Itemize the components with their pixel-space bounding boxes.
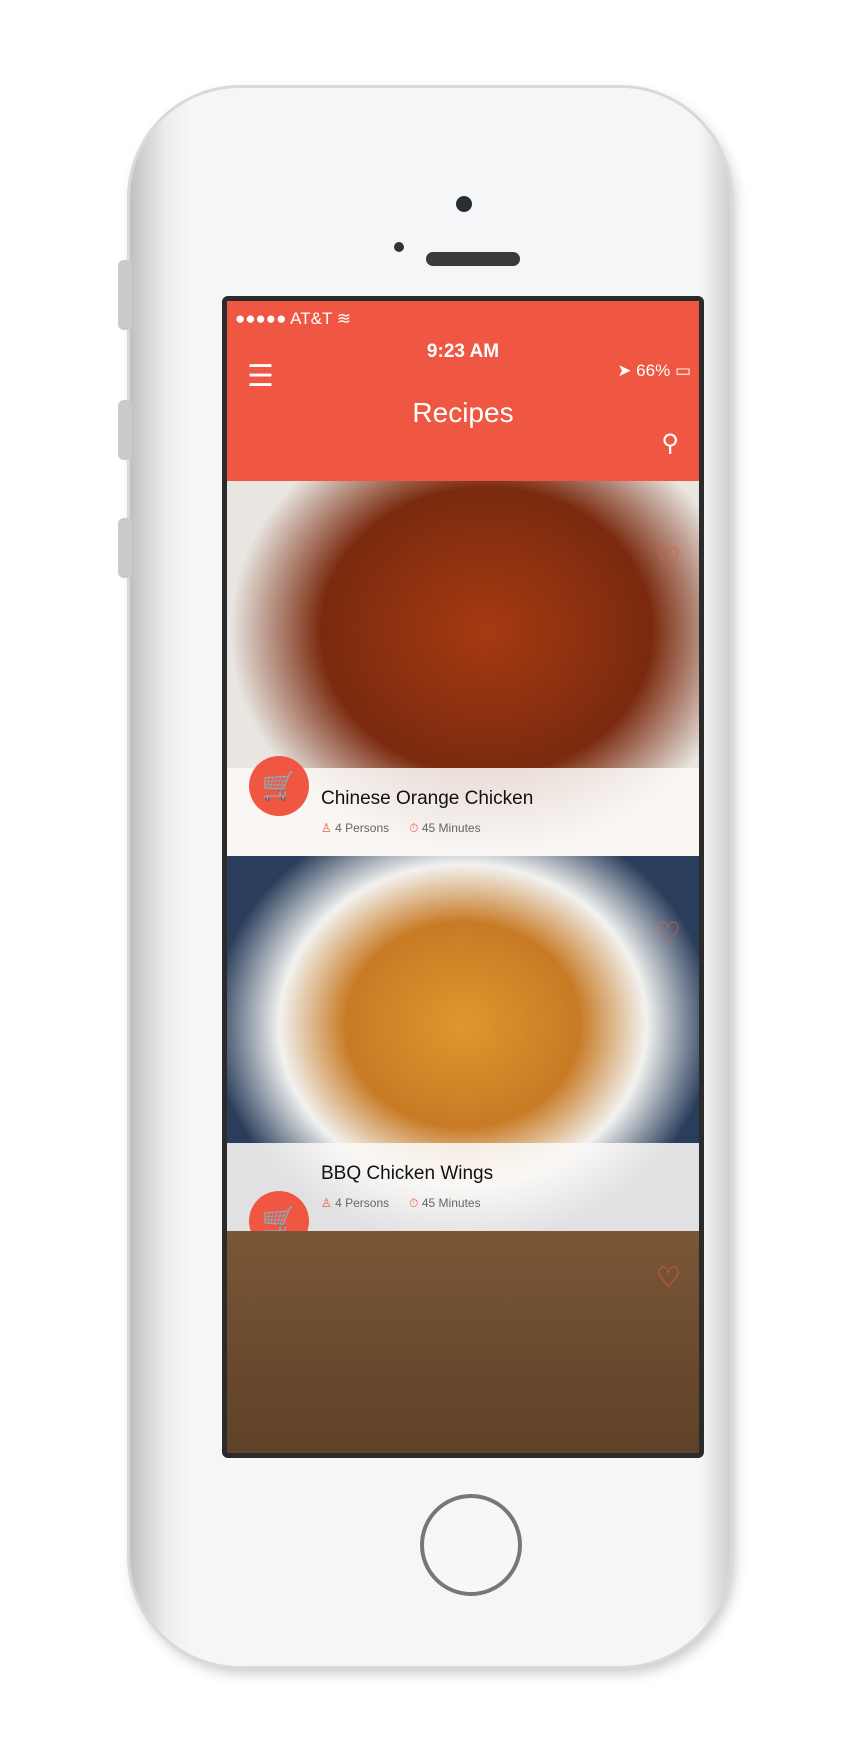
recipe-name: BBQ Chicken Wings — [321, 1163, 494, 1184]
recipe-persons: 4 Persons — [335, 1196, 390, 1210]
recipe-card[interactable]: ♡ — [227, 1231, 699, 1453]
recipe-name: Chinese Orange Chicken — [321, 788, 534, 809]
signal-icon: ●●●●● — [235, 309, 287, 328]
recipe-time: 45 Minutes — [421, 1196, 481, 1210]
recipe-time: 45 Minutes — [421, 821, 481, 835]
phone-frame: ●●●●● AT&T ≋ ➤ 66% ▭ 9:23 AM ☰ Recipes ⚲… — [118, 88, 730, 1666]
search-icon[interactable]: ⚲ — [661, 429, 679, 458]
page-title: Recipes — [412, 397, 514, 428]
recipe-card[interactable]: ♡ 🛒 Chinese Orange Chicken ♙ 4 Persons ⏱… — [227, 481, 699, 856]
recipe-persons: 4 Persons — [335, 821, 390, 835]
screen: ●●●●● AT&T ≋ ➤ 66% ▭ 9:23 AM ☰ Recipes ⚲… — [222, 296, 704, 1458]
wifi-icon: ≋ — [336, 309, 352, 328]
person-icon: ♙ — [321, 1196, 332, 1210]
home-button[interactable] — [420, 1494, 522, 1596]
recipe-card[interactable]: ♡ 🛒 BBQ Chicken Wings ♙ 4 Persons ⏱ 45 M… — [227, 856, 699, 1231]
mute-switch — [118, 260, 132, 330]
camera — [456, 196, 472, 212]
cart-icon[interactable]: 🛒 — [249, 756, 309, 816]
timer-icon: ⏱ — [409, 1196, 419, 1210]
battery-percent: 66% — [636, 361, 671, 380]
location-icon: ➤ — [617, 361, 632, 380]
status-time: 9:23 AM — [426, 341, 500, 362]
timer-icon: ⏱ — [409, 821, 419, 835]
app-header: ●●●●● AT&T ≋ ➤ 66% ▭ 9:23 AM ☰ Recipes ⚲ — [227, 301, 699, 481]
carrier: AT&T — [290, 309, 333, 328]
heart-icon[interactable]: ♡ — [656, 1261, 681, 1294]
volume-up-button — [118, 400, 132, 460]
heart-icon[interactable]: ♡ — [656, 541, 681, 574]
heart-icon[interactable]: ♡ — [656, 916, 681, 949]
person-icon: ♙ — [321, 821, 332, 835]
sensor — [394, 242, 404, 252]
speaker — [426, 252, 520, 266]
volume-down-button — [118, 518, 132, 578]
menu-icon[interactable]: ☰ — [247, 359, 274, 394]
battery-icon: ▭ — [674, 361, 691, 380]
